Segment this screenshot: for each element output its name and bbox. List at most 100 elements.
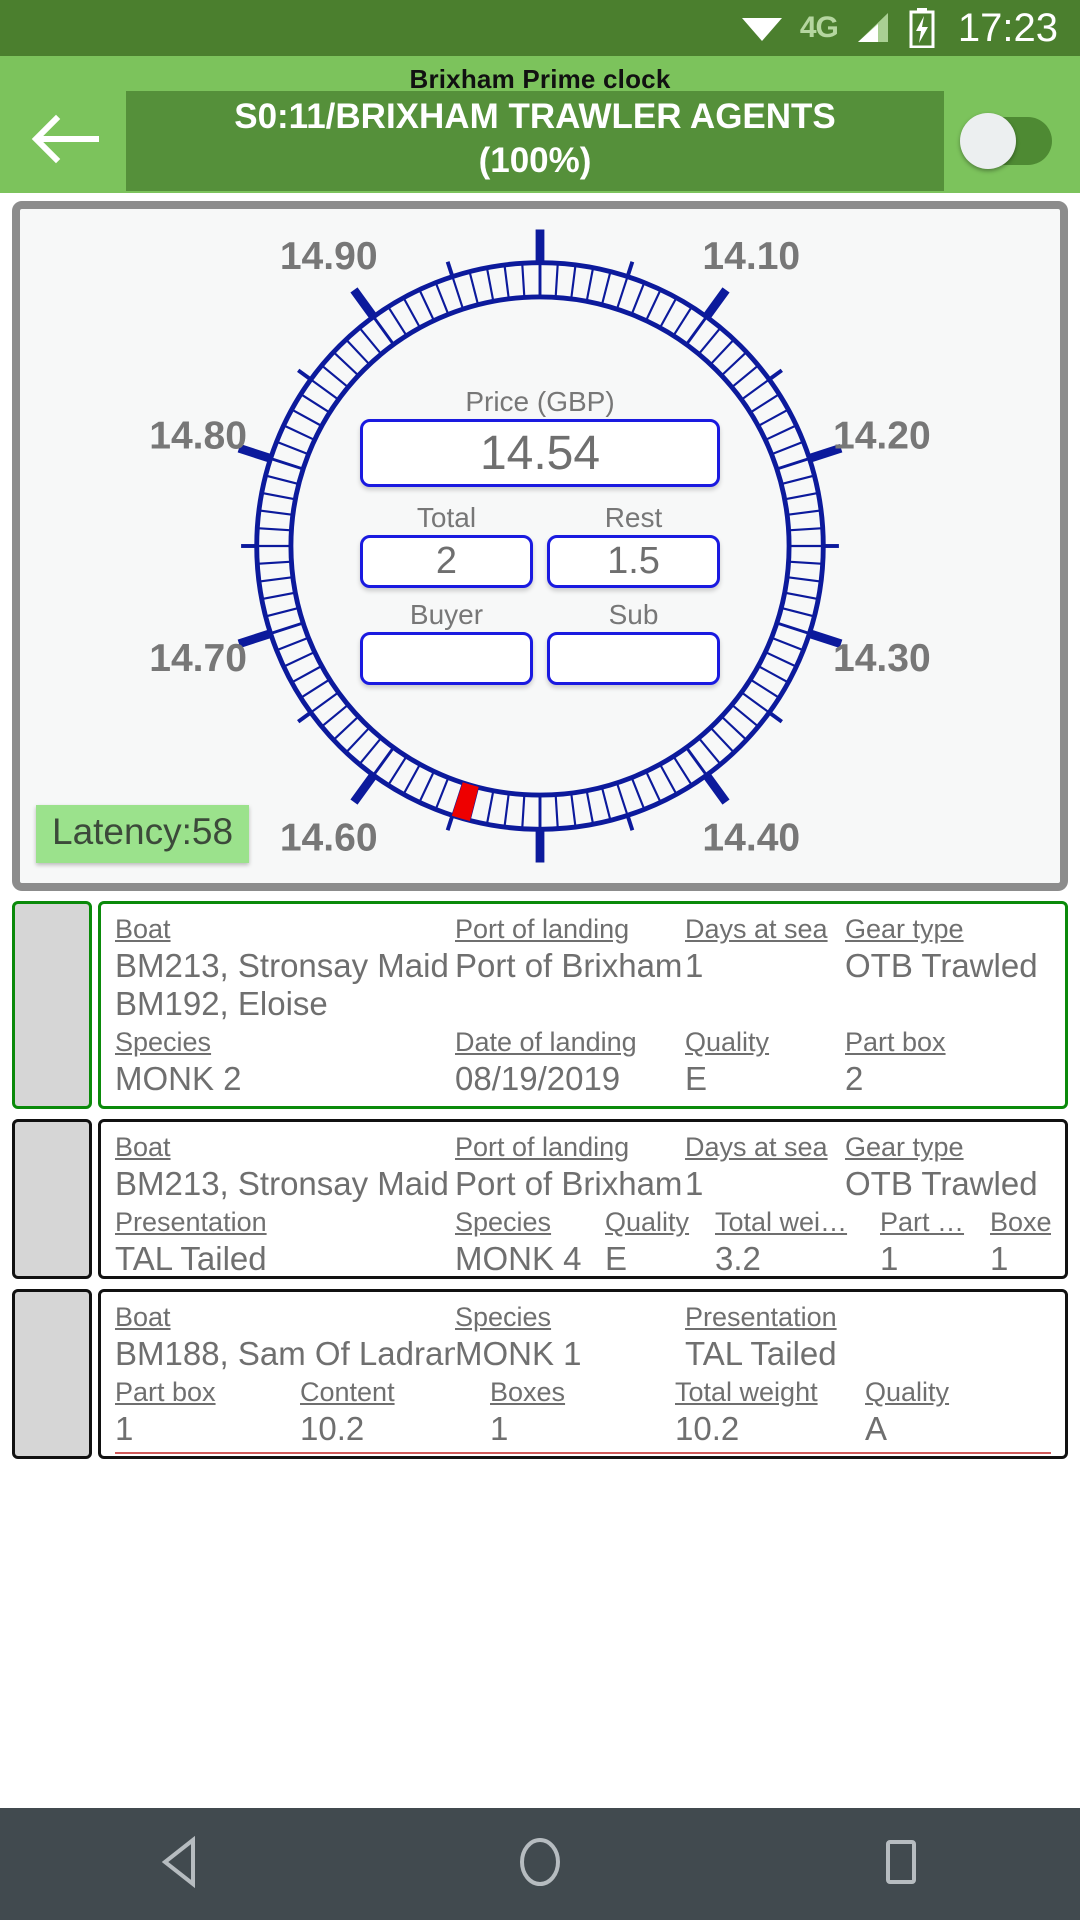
- column-header: Quality: [685, 1027, 770, 1057]
- cell-value: MONK 2: [115, 1060, 242, 1097]
- cell-value: BM213, Stronsay Maid: [115, 1165, 449, 1202]
- cell-value: 1: [685, 947, 704, 984]
- page-title: S0:11/BRIXHAM TRAWLER AGENTS (100%): [126, 91, 944, 191]
- network-type-label: 4G: [799, 11, 839, 44]
- cell-value: BM188, Sam Of Ladram: [115, 1335, 455, 1372]
- cell-value: Port of Brixham: [455, 947, 683, 984]
- cell-value: 10.2: [300, 1410, 365, 1447]
- back-triangle-icon: [155, 1834, 205, 1895]
- list-item[interactable]: Boat Species Presentation BM188, Sam Of …: [12, 1289, 1068, 1459]
- cell-value: MONK 1: [455, 1335, 582, 1372]
- sub-label: Sub: [608, 599, 659, 630]
- column-header: Gear type: [845, 914, 964, 944]
- cell-value: 1: [115, 1410, 134, 1447]
- column-header: Port of landing: [455, 914, 630, 944]
- cell-value: E: [605, 1240, 628, 1277]
- status-bar: 4G 17:23: [0, 0, 1080, 56]
- column-header: Presentation: [115, 1207, 267, 1237]
- rest-field[interactable]: 1.5: [547, 535, 720, 588]
- auction-clock-panel[interactable]: 14.0014.1014.2014.3014.4014.5014.6014.70…: [12, 201, 1068, 891]
- cell-value: TAL Tailed: [115, 1240, 267, 1277]
- cell-value: 1: [685, 1165, 704, 1202]
- column-header: Content: [300, 1377, 395, 1407]
- nav-back-button[interactable]: [90, 1834, 270, 1895]
- cell-value: MONK 4: [455, 1240, 582, 1277]
- app-bar: Brixham Prime clock S0:11/BRIXHAM TRAWLE…: [0, 56, 1080, 193]
- card-body[interactable]: Boat Species Presentation BM188, Sam Of …: [98, 1289, 1068, 1459]
- column-header: Boxes: [845, 1102, 1051, 1106]
- nav-home-button[interactable]: [450, 1834, 630, 1895]
- cell-value: BM213, Stronsay Maid: [115, 947, 449, 984]
- card-body[interactable]: Boat Port of landing Days at sea Gear ty…: [98, 901, 1068, 1109]
- lot-list[interactable]: Boat Port of landing Days at sea Gear ty…: [0, 901, 1080, 1459]
- column-header: Boat: [115, 1302, 171, 1332]
- toggle-thumb: [960, 113, 1016, 169]
- page-title-line2: (100%): [478, 141, 592, 180]
- column-header: Days at sea: [685, 914, 828, 944]
- column-header: Port of landing: [455, 1132, 630, 1162]
- column-header: Part box: [115, 1377, 216, 1407]
- clock-center-fields: Price (GBP) 14.54 Total 2 Rest 1.5 Buyer…: [360, 385, 720, 685]
- back-arrow-icon: [30, 113, 100, 170]
- clock-time: 17:23: [957, 5, 1058, 50]
- nav-recents-button[interactable]: [810, 1834, 990, 1895]
- cell-value: A: [865, 1410, 888, 1447]
- column-header: Date of landing: [455, 1027, 637, 1057]
- cell-value: 3.2: [715, 1240, 761, 1277]
- dial-tick-label: 14.70: [149, 637, 247, 680]
- cell-value: 2: [845, 1060, 864, 1097]
- auto-bid-toggle[interactable]: [950, 113, 1070, 169]
- price-field[interactable]: 14.54: [360, 419, 720, 487]
- cell-value-extra: BM192, Eloise: [115, 985, 328, 1022]
- signal-icon: [854, 11, 892, 45]
- cell-value: 1: [880, 1240, 899, 1277]
- dial-tick-label: 14.40: [702, 816, 800, 859]
- column-header: Presentation: [115, 1102, 455, 1106]
- price-label: Price (GBP): [465, 386, 615, 417]
- buyer-label: Buyer: [409, 599, 484, 630]
- list-item[interactable]: Boat Port of landing Days at sea Gear ty…: [12, 901, 1068, 1109]
- column-header: Boat: [115, 1132, 171, 1162]
- column-header: Boat: [115, 914, 171, 944]
- total-field[interactable]: 2: [360, 535, 533, 588]
- column-header: Gear type: [845, 1132, 964, 1162]
- cell-value: Port of Brixham: [455, 1165, 683, 1202]
- rest-label: Rest: [604, 502, 663, 533]
- column-header: Total weight: [455, 1102, 685, 1106]
- latency-badge: Latency:58: [36, 805, 250, 863]
- row-divider: [115, 1452, 1051, 1454]
- column-header: Part box: [845, 1027, 946, 1057]
- column-header: Part …: [880, 1207, 965, 1237]
- card-handle[interactable]: [12, 901, 92, 1109]
- recents-square-icon: [876, 1834, 924, 1895]
- column-header: Quality: [605, 1207, 690, 1237]
- buyer-field[interactable]: [360, 632, 533, 685]
- android-nav-bar: [0, 1808, 1080, 1920]
- column-header: Total weight: [675, 1377, 818, 1407]
- column-header: Quality: [865, 1377, 950, 1407]
- cell-value: 10.2: [675, 1410, 740, 1447]
- card-handle[interactable]: [12, 1119, 92, 1279]
- dial-tick-label: 14.20: [833, 415, 931, 458]
- cell-value: OTB Trawled: [845, 947, 1038, 984]
- card-body[interactable]: Boat Port of landing Days at sea Gear ty…: [98, 1119, 1068, 1279]
- cell-value: OTB Trawled: [845, 1165, 1038, 1202]
- back-button[interactable]: [10, 113, 120, 170]
- card-handle[interactable]: [12, 1289, 92, 1459]
- home-circle-icon: [513, 1834, 567, 1895]
- total-label: Total: [416, 502, 477, 533]
- dial-tick-label: 14.90: [280, 235, 378, 278]
- sub-field[interactable]: [547, 632, 720, 685]
- column-header: Boxes: [490, 1377, 566, 1407]
- cell-value: 1: [490, 1410, 509, 1447]
- dial-tick-label: 14.60: [280, 816, 378, 859]
- column-header: Presentation: [685, 1302, 837, 1332]
- column-header: Content: [685, 1102, 845, 1106]
- dial-tick-label: 14.30: [833, 637, 931, 680]
- column-header: Days at sea: [685, 1132, 828, 1162]
- cell-value: TAL Tailed: [685, 1335, 837, 1372]
- column-header: Species: [455, 1302, 552, 1332]
- cell-value: 08/19/2019: [455, 1060, 621, 1097]
- list-item[interactable]: Boat Port of landing Days at sea Gear ty…: [12, 1119, 1068, 1279]
- dial-tick-label: 14.80: [149, 415, 247, 458]
